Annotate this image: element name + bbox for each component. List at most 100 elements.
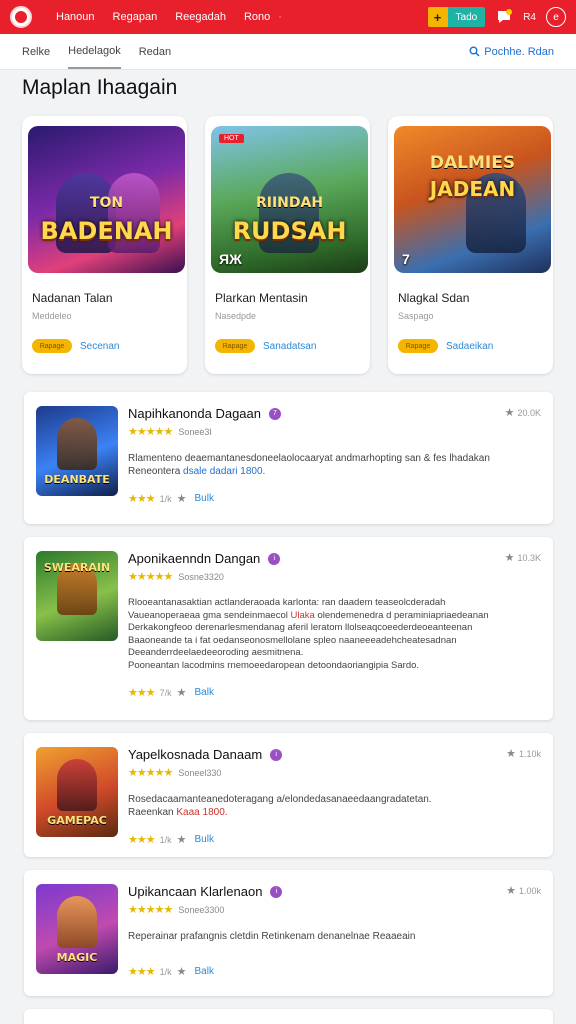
detail-link[interactable]: Balk — [194, 687, 213, 698]
featured-subtitle: Meddeleo — [32, 311, 72, 321]
featured-art: HOT RIINDAH RUDSAH ЯЖ — [211, 126, 368, 273]
verified-badge-icon: i — [270, 885, 283, 898]
list-item[interactable]: SWEARAIN Aponikaenndn Dangan i ★★★★★ Sosne… — [24, 537, 553, 720]
sub-nav: Relke Hedelagok Redan Pochhe. Rdan — [0, 34, 576, 70]
description-line: Derkakongfeoo derenarlesmendanag aferil … — [128, 622, 473, 633]
search-link[interactable]: Pochhe. Rdan — [469, 46, 554, 58]
game-name[interactable]: Yapelkosnada Danaam — [128, 747, 262, 762]
game-icon-text: DEANBATE — [44, 473, 110, 486]
top-nav-item[interactable]: Hanoun — [56, 11, 95, 23]
game-name[interactable]: Napihkanonda Dagaan — [128, 406, 261, 421]
verified-badge-icon: i — [268, 552, 281, 565]
featured-card[interactable]: DALMIES JADEAN 7 Nlagkal Sdan Saspago Ra… — [388, 116, 553, 374]
rating-count: Soneel330 — [178, 767, 222, 778]
description-line: Baaoneande ta i fat oedanseonosmellolane… — [128, 634, 457, 646]
game-icon: SWEARAIN — [36, 551, 118, 641]
download-count: ★ 20.0K — [505, 406, 541, 419]
game-name[interactable]: Aponikaenndn Dangan — [128, 551, 260, 566]
game-icon-text: GAMEPAC — [47, 814, 107, 827]
app-logo[interactable] — [10, 6, 32, 28]
game-description: Rosedacaamanteanedoteragang a/elondedasa… — [128, 793, 541, 819]
subnav-item-active[interactable]: Hedelagok — [68, 35, 121, 69]
star-icon: ★ — [504, 407, 515, 419]
logo-mark — [15, 11, 27, 23]
rating-count: Sosne3320 — [178, 571, 224, 582]
description-highlight: Kaaa 1800. — [176, 807, 228, 818]
rating-count: Sonee3300 — [178, 904, 225, 915]
featured-pill-button[interactable]: Rapage — [398, 339, 438, 353]
game-icon: GAMEPAC — [36, 747, 118, 837]
download-count-value: 1.00k — [518, 885, 541, 896]
top-nav-item[interactable]: Rono — [244, 11, 270, 23]
download-count-value: 10.3K — [517, 552, 541, 563]
top-nav-more-dot[interactable]: · — [278, 11, 282, 23]
game-icon: DEANBATE — [36, 406, 118, 496]
description-highlight: dsale dadari 1800. — [183, 466, 266, 477]
rating-count: Sonee3I — [178, 426, 212, 437]
featured-subtitle: Saspago — [398, 311, 434, 321]
top-bar: Hanoun Regapan Reegadah Rono · + Tado R4… — [0, 0, 576, 34]
featured-art-top-text: TON — [89, 195, 124, 211]
rating-stars-small-icon: ★★★ — [128, 834, 156, 846]
rating-stars-icon: ★★★★★ — [128, 426, 173, 438]
footer-count: 1/k — [159, 834, 172, 845]
detail-link[interactable]: Balk — [194, 966, 213, 977]
top-nav: Hanoun Regapan Reegadah Rono · — [56, 11, 282, 23]
featured-pill-button[interactable]: Rapage — [32, 339, 72, 353]
rating-stars-small-icon: ★★★ — [128, 966, 156, 978]
featured-link[interactable]: Sadaeikan — [446, 341, 493, 352]
download-count: ★ 1.00k — [506, 884, 541, 897]
list-item[interactable]: GAMEPAC Yapelkosnada Danaam i ★★★★★ Soneel… — [24, 733, 553, 857]
featured-art-text: JADEAN — [429, 177, 516, 201]
featured-row: TON BADENAH Nadanan Talan Meddeleo Rapag… — [22, 116, 554, 374]
featured-pill-button[interactable]: Rapage — [215, 339, 255, 353]
game-icon: MAGIC — [36, 884, 118, 974]
description-highlight: Ulaka — [290, 609, 315, 621]
top-nav-item[interactable]: Reegadah — [175, 11, 226, 23]
description-line: Reneontera — [128, 466, 181, 477]
download-count: ★ 1.10k — [506, 747, 541, 760]
featured-title: Nlagkal Sdan — [398, 291, 470, 305]
featured-title: Plarkan Mentasin — [215, 291, 308, 305]
game-name[interactable]: Upikancaan Klarlenaon — [128, 884, 262, 899]
verified-badge-icon: 7 — [269, 407, 281, 420]
list-item[interactable]: DEANBATE Napihkanonda Dagaan 7 ★★★★★ Sonee… — [24, 392, 553, 524]
featured-art-text: RUDSAH — [232, 217, 347, 245]
search-icon — [469, 46, 480, 57]
detail-link[interactable]: Bulk — [194, 834, 213, 845]
download-count: ★ 10.3K — [505, 551, 541, 564]
featured-subtitle: Nasedpde — [215, 311, 257, 321]
star-icon: ★ — [504, 552, 515, 564]
featured-art-top-text: DALMIES — [429, 153, 516, 173]
description-line: Vaueanoperaeaa gma sendeinmaecol — [128, 609, 288, 621]
subnav-item[interactable]: Relke — [22, 36, 50, 68]
featured-art-text: BADENAH — [40, 217, 173, 245]
add-button-label: Tado — [447, 7, 486, 27]
subnav-item[interactable]: Redan — [139, 36, 171, 68]
description-line: Rlamenteno deaemantanesdoneelaolocaaryat… — [128, 453, 490, 464]
detail-link[interactable]: Bulk — [194, 493, 213, 504]
rating-stars-icon: ★★★★★ — [128, 767, 173, 779]
rating-stars-small-icon: ★★★ — [128, 493, 156, 505]
list-item[interactable]: MAGIC Upikancaan Klarlenaon i ★★★★★ Sonee3… — [24, 870, 553, 996]
language-label[interactable]: R4 — [523, 12, 536, 23]
featured-link[interactable]: Secenan — [80, 341, 119, 352]
footer-count: 1/k — [159, 966, 172, 977]
featured-card[interactable]: TON BADENAH Nadanan Talan Meddeleo Rapag… — [22, 116, 187, 374]
page-title: Maplan Ihaagain — [22, 76, 178, 99]
featured-link[interactable]: Sanadatsan — [263, 341, 316, 352]
featured-card[interactable]: HOT RIINDAH RUDSAH ЯЖ Plarkan Mentasin N… — [205, 116, 370, 374]
featured-art-top-text: RIINDAH — [255, 195, 324, 211]
featured-corner-label: ЯЖ — [219, 251, 242, 267]
search-label: Pochhe. Rdan — [484, 45, 554, 58]
top-nav-item[interactable]: Regapan — [113, 11, 158, 23]
notification-icon[interactable] — [495, 8, 513, 26]
star-icon: ★ — [176, 966, 187, 978]
description-line: Raeenkan — [128, 807, 174, 818]
list-item-partial[interactable] — [24, 1009, 553, 1024]
featured-title: Nadanan Talan — [32, 291, 113, 305]
featured-art: DALMIES JADEAN 7 — [394, 126, 551, 273]
star-icon: ★ — [506, 748, 516, 760]
add-button[interactable]: + Tado — [427, 7, 486, 27]
user-menu-icon[interactable]: e — [546, 7, 566, 27]
